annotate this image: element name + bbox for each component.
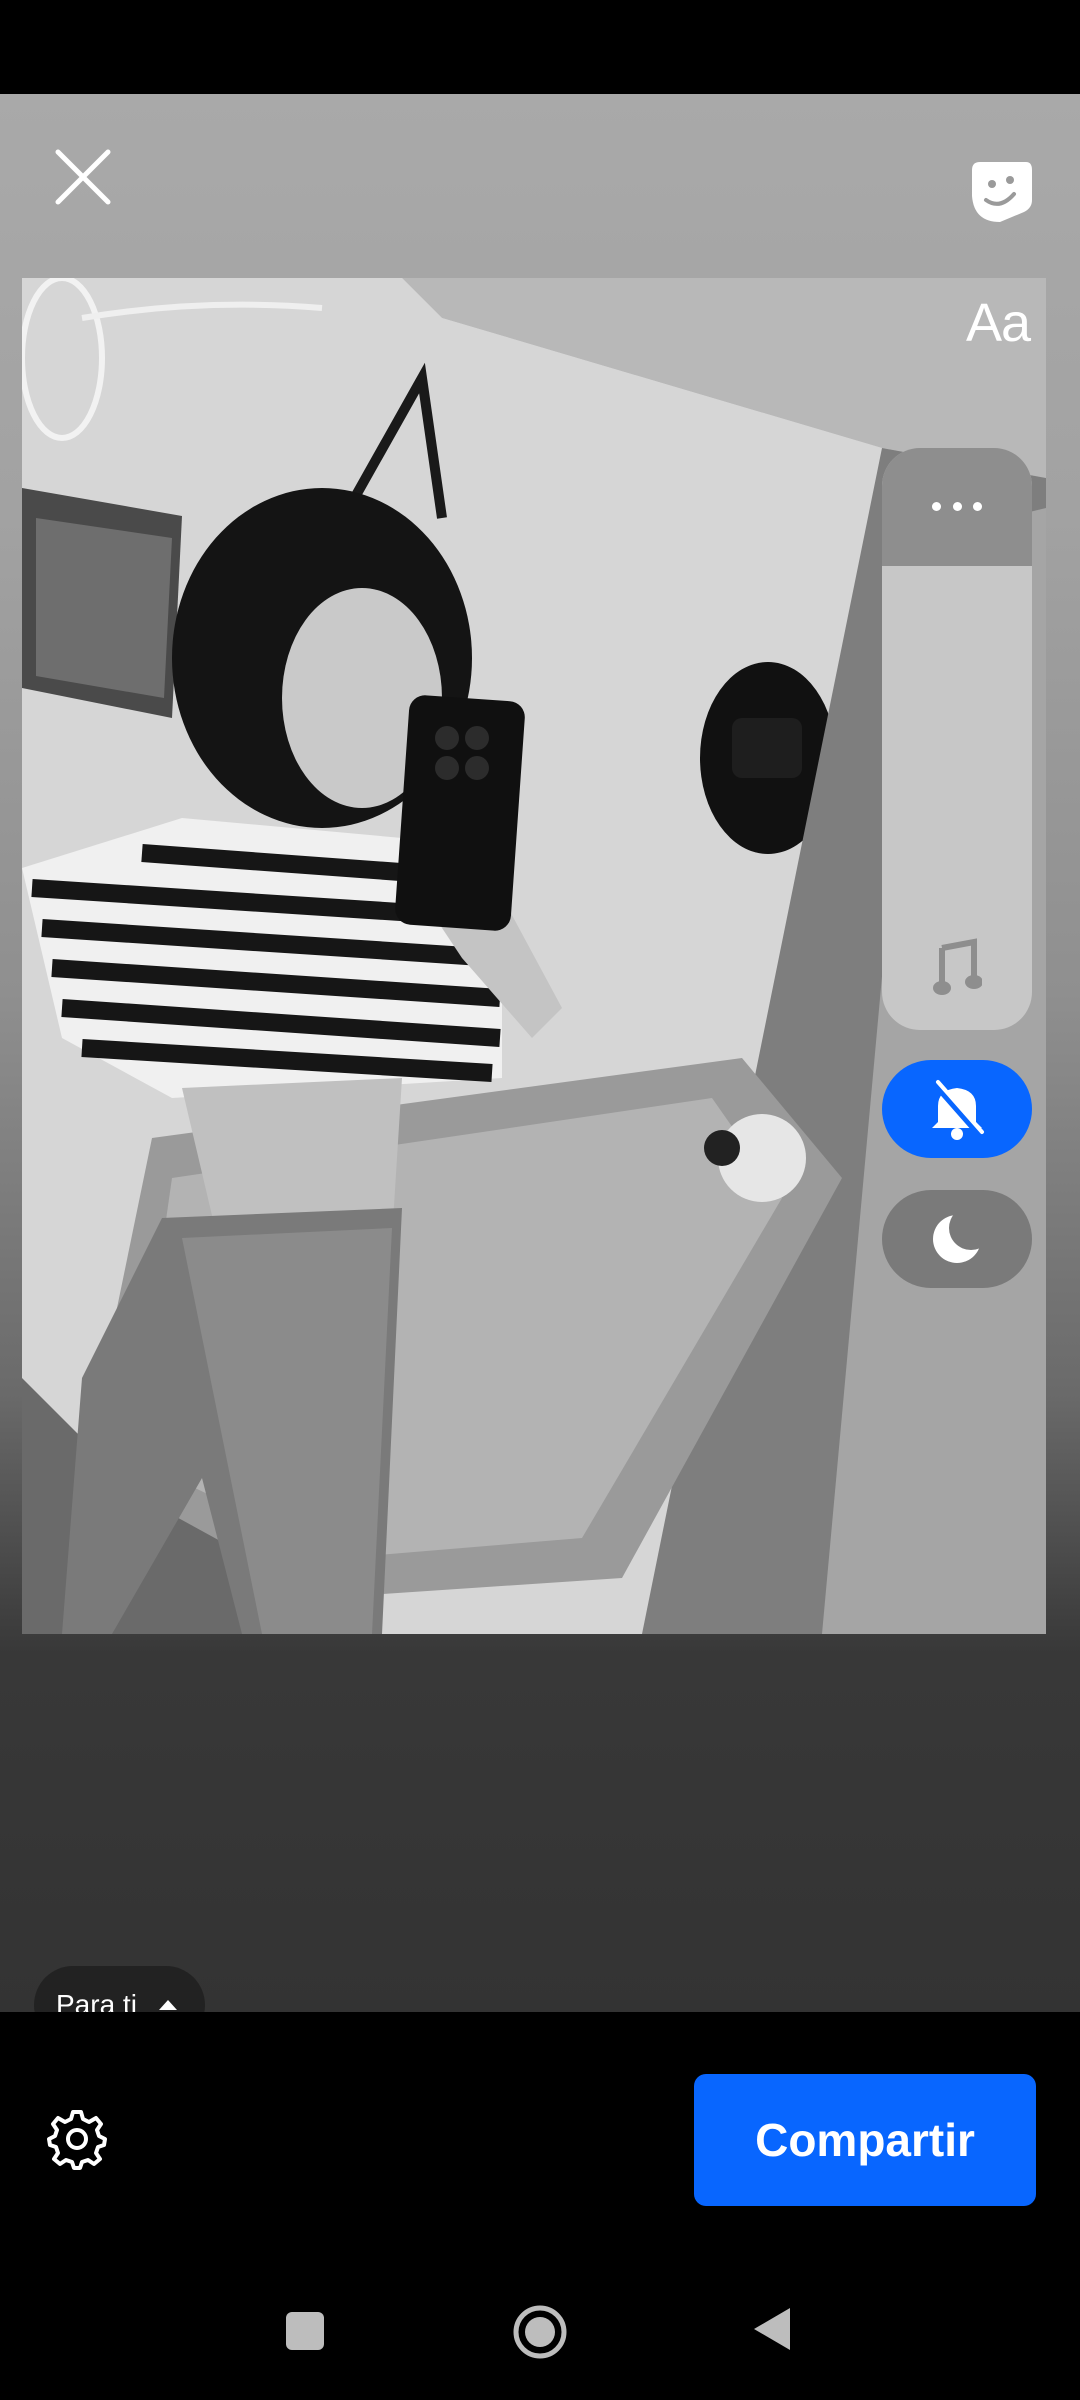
music-button[interactable] <box>932 938 983 998</box>
circle-icon <box>513 2305 567 2359</box>
settings-button[interactable] <box>46 2108 108 2170</box>
sticker-button[interactable] <box>964 156 1036 228</box>
back-button[interactable] <box>752 2306 792 2352</box>
night-mode-toggle[interactable] <box>882 1190 1032 1288</box>
bell-off-icon <box>932 1080 984 1140</box>
close-button[interactable] <box>52 146 114 206</box>
text-tool-button[interactable]: Aa <box>966 292 1031 354</box>
close-icon <box>55 149 111 205</box>
home-button[interactable] <box>512 2304 568 2360</box>
tools-panel <box>882 448 1032 1030</box>
story-editor-screen: Aa Para ti Compartir <box>0 0 1080 2400</box>
gear-icon <box>47 2110 107 2170</box>
more-tools-button[interactable] <box>882 448 1032 566</box>
sticker-icon <box>972 162 1032 222</box>
more-horizontal-icon <box>932 494 982 518</box>
caret-up-icon <box>158 2000 177 2010</box>
mute-toggle[interactable] <box>882 1060 1032 1158</box>
recents-button[interactable] <box>286 2312 324 2350</box>
status-bar <box>0 0 1080 94</box>
music-note-icon <box>933 938 983 995</box>
triangle-back-icon <box>754 2308 790 2350</box>
moon-icon <box>933 1206 993 1263</box>
share-button[interactable]: Compartir <box>694 2074 1036 2206</box>
